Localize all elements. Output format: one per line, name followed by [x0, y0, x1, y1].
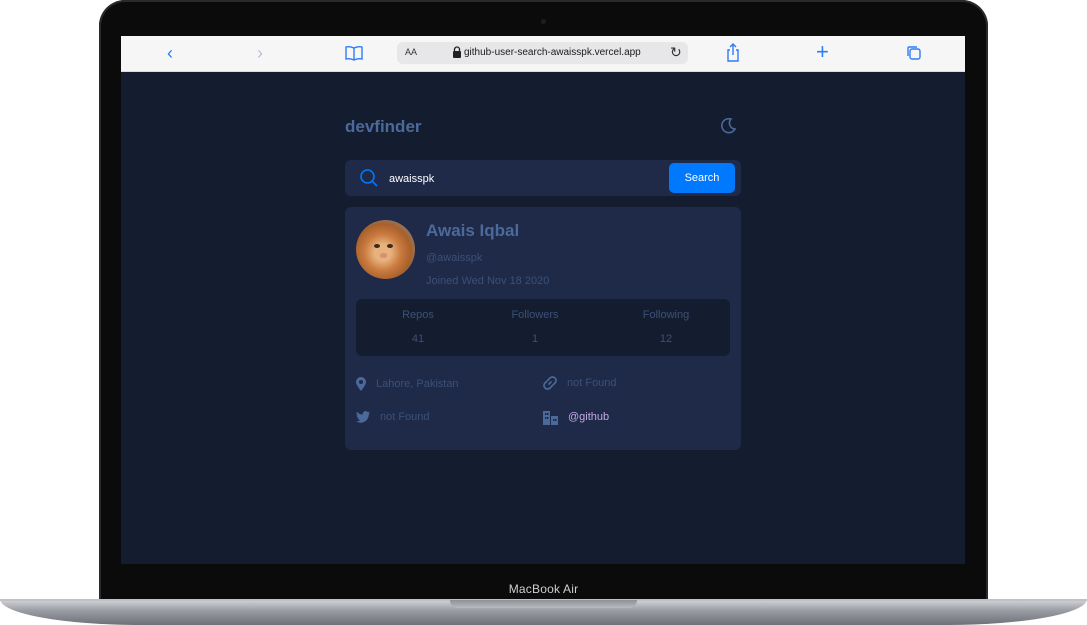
new-tab-icon[interactable]: +: [816, 41, 829, 63]
location-text: Lahore, Pakistan: [376, 378, 459, 390]
reader-aa-button[interactable]: AA: [405, 47, 417, 57]
company-text[interactable]: @github: [568, 411, 609, 423]
base-notch: [450, 600, 637, 608]
joined-date: Joined Wed Nov 18 2020: [426, 275, 550, 287]
stat-value: 41: [411, 333, 425, 345]
lock-icon: [453, 46, 461, 58]
stats-panel: Repos 41 Followers 1 Following 12: [356, 299, 730, 356]
stat-label: Following: [642, 309, 690, 321]
browser-toolbar: ‹ › AA github-user-search-awaisspk.verce…: [121, 36, 965, 72]
camera-dot: [541, 19, 546, 24]
stat-label: Followers: [511, 309, 559, 321]
moon-icon[interactable]: [718, 116, 738, 136]
stat-value: 12: [659, 333, 673, 345]
address-bar[interactable]: AA github-user-search-awaisspk.vercel.ap…: [397, 42, 688, 64]
search-bar: Search: [345, 160, 741, 196]
stat-label: Repos: [402, 309, 434, 321]
user-login[interactable]: @awaisspk: [426, 252, 482, 264]
forward-icon[interactable]: ›: [257, 43, 263, 63]
user-card: Awais Iqbal @awaisspk Joined Wed Nov 18 …: [345, 207, 741, 450]
link-icon: [543, 376, 557, 390]
twitter-icon: [356, 411, 370, 423]
bookmarks-icon[interactable]: [345, 45, 363, 61]
stat-value: 1: [531, 333, 539, 345]
search-button[interactable]: Search: [669, 163, 735, 193]
reload-icon[interactable]: ↻: [670, 44, 682, 61]
website-text[interactable]: not Found: [567, 377, 617, 389]
device-label: MacBook Air: [508, 582, 579, 596]
share-icon[interactable]: [726, 43, 740, 63]
search-icon: [360, 169, 378, 187]
user-name: Awais Iqbal: [426, 221, 520, 240]
avatar: [356, 220, 415, 279]
url-text: github-user-search-awaisspk.vercel.app: [464, 47, 641, 58]
location-pin-icon: [356, 377, 366, 391]
company-building-icon: [543, 411, 558, 425]
app-title: devfinder: [345, 117, 422, 136]
twitter-text[interactable]: not Found: [380, 411, 430, 423]
screen: ‹ › AA github-user-search-awaisspk.verce…: [121, 36, 965, 564]
back-icon[interactable]: ‹: [167, 43, 173, 63]
search-input[interactable]: [387, 169, 661, 189]
tabs-icon[interactable]: [906, 45, 922, 61]
